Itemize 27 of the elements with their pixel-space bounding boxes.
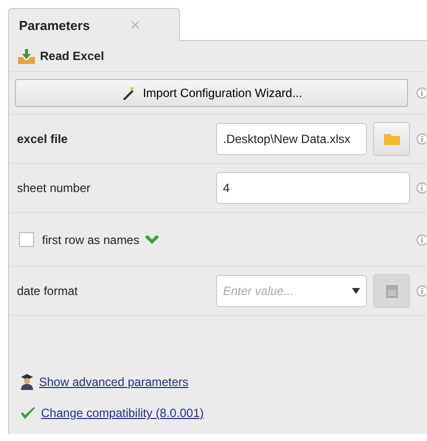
parameter-label: date format: [17, 284, 79, 298]
info-icon[interactable]: [416, 133, 426, 145]
download-tray-icon: [17, 48, 36, 64]
parameter-label: sheet number: [17, 181, 92, 195]
folder-icon: [382, 132, 400, 146]
calendar-button[interactable]: [373, 274, 410, 308]
graduate-icon: [20, 374, 34, 390]
info-icon[interactable]: [416, 182, 426, 194]
import-wizard-button[interactable]: Import Configuration Wizard...: [15, 79, 408, 107]
checkbox[interactable]: [19, 232, 34, 247]
link[interactable]: Change compatibility (8.0.001): [41, 406, 204, 420]
caret-icon: [352, 288, 360, 294]
info-icon[interactable]: [416, 285, 426, 297]
operator-title: Read Excel: [40, 49, 104, 63]
checkbox-label: first row as names: [42, 232, 140, 246]
magic-wand-icon: [120, 86, 137, 100]
folder-button[interactable]: [373, 122, 410, 156]
info-icon[interactable]: [416, 234, 426, 246]
chevron-down-icon[interactable]: [144, 234, 160, 245]
parameter-label: excel file: [17, 132, 69, 146]
info-icon[interactable]: [416, 87, 426, 99]
calendar-icon: [384, 283, 398, 299]
checkmark-icon: [20, 406, 36, 420]
parameters-tab[interactable]: Parameters ×: [8, 8, 180, 41]
file-path-field[interactable]: .Desktop\New Data.xlsx: [216, 123, 367, 155]
link[interactable]: Show advanced parameters: [39, 375, 188, 389]
sheet-number-field[interactable]: 4: [216, 172, 410, 204]
